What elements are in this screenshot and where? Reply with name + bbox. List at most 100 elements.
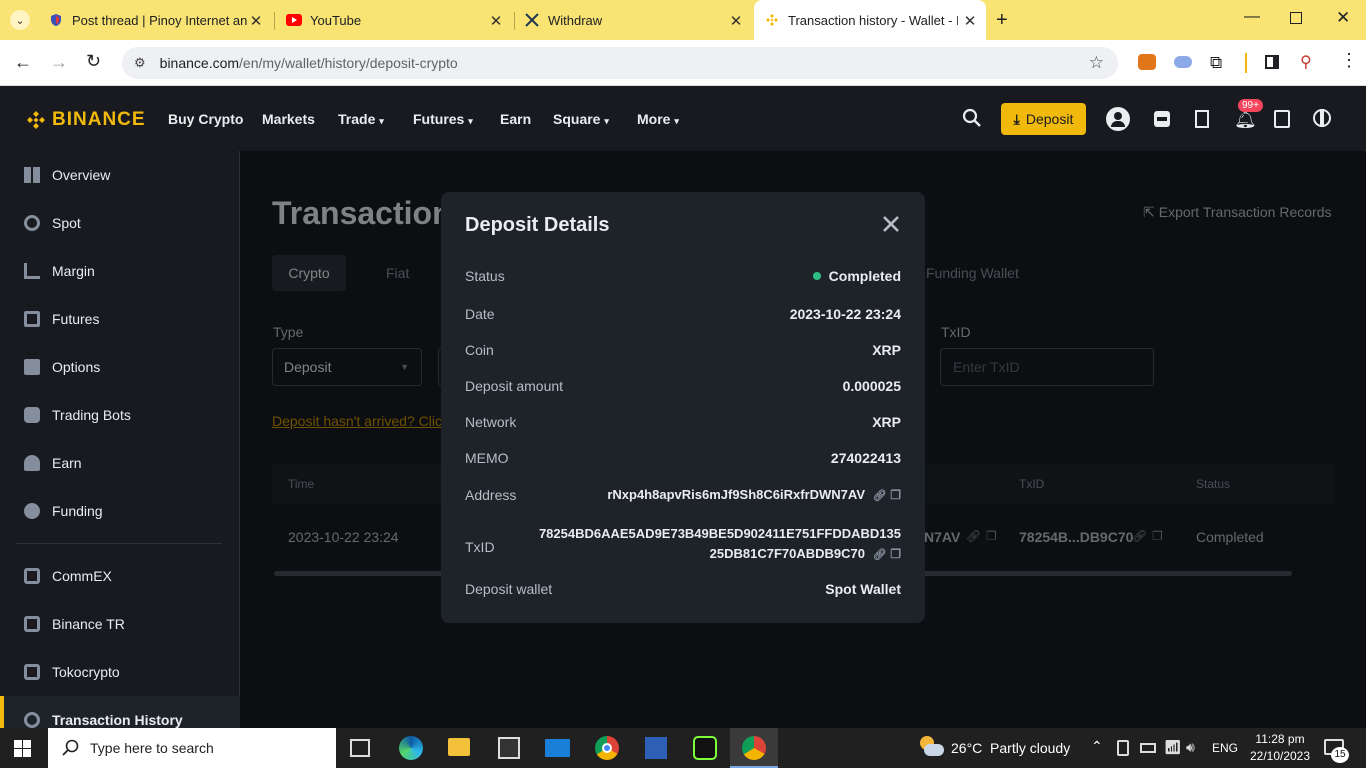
- bookmark-star-icon[interactable]: ☆: [1089, 53, 1104, 73]
- close-icon[interactable]: [879, 212, 903, 236]
- reload-icon[interactable]: ↻: [86, 51, 101, 72]
- link-icon[interactable]: 🔗︎: [873, 490, 887, 502]
- chevron-up-icon[interactable]: ⌃: [1091, 738, 1103, 755]
- cloud-extension-icon[interactable]: [1174, 56, 1192, 68]
- clock-date[interactable]: 22/10/2023: [1246, 749, 1314, 763]
- wifi-icon[interactable]: 📶︎: [1164, 739, 1182, 756]
- sidebar-item-overview[interactable]: Overview: [0, 151, 240, 199]
- address-label: Address: [465, 487, 517, 503]
- account-avatar-icon[interactable]: [1106, 107, 1130, 131]
- txid-line-2: 25DB81C7F70ABDB9C70: [709, 546, 866, 561]
- sidebar-item-label: CommEX: [52, 568, 112, 584]
- coin-label: Coin: [465, 342, 494, 358]
- taskbar-search-box[interactable]: Type here to search: [48, 728, 336, 768]
- sidebar-item-trading-bots[interactable]: Trading Bots: [0, 391, 240, 439]
- nav-more[interactable]: More ▾: [637, 111, 679, 127]
- tab-withdraw[interactable]: Withdraw ✕: [516, 0, 752, 40]
- taskbar-search-placeholder: Type here to search: [90, 740, 214, 756]
- new-tab-icon[interactable]: +: [996, 9, 1008, 32]
- youtube-icon: [286, 12, 302, 28]
- nav-square-label: Square: [553, 111, 601, 127]
- back-icon[interactable]: ←: [14, 52, 32, 73]
- nav-futures[interactable]: Futures ▾: [413, 111, 473, 127]
- minimize-icon[interactable]: —: [1244, 8, 1260, 26]
- sidebar-item-earn[interactable]: Earn: [0, 439, 240, 487]
- tab-search-icon[interactable]: ⌄: [10, 10, 30, 30]
- remote-desktop-icon[interactable]: [645, 737, 667, 759]
- metamask-extension-icon[interactable]: [1138, 54, 1156, 70]
- search-icon[interactable]: [962, 108, 982, 128]
- sidebar-item-label: Futures: [52, 311, 100, 327]
- task-view-icon[interactable]: [350, 739, 370, 757]
- nav-buy-crypto[interactable]: Buy Crypto: [168, 111, 243, 127]
- profile-extension-icon[interactable]: ⚲: [1300, 52, 1312, 72]
- nav-markets[interactable]: Markets: [262, 111, 315, 127]
- site-info-icon[interactable]: ⚙: [134, 55, 146, 71]
- volume-icon[interactable]: 🔊︎: [1186, 739, 1195, 756]
- network-label: Network: [465, 414, 517, 430]
- phone-link-icon[interactable]: [1117, 740, 1129, 756]
- download-app-icon[interactable]: [1274, 110, 1290, 128]
- chrome-profile-icon: [742, 736, 766, 760]
- notification-bell-icon[interactable]: 🔔︎: [1234, 109, 1257, 130]
- tab-title: Withdraw: [548, 12, 603, 28]
- copy-icon[interactable]: ❐: [890, 488, 901, 502]
- link-icon[interactable]: 🔗︎: [873, 549, 887, 561]
- deposit-details-modal: Deposit Details Status Completed Date 20…: [441, 192, 925, 623]
- windows-start-icon[interactable]: [14, 740, 31, 757]
- tab-transaction-history[interactable]: Transaction history - Wallet - B ✕: [754, 0, 986, 40]
- sidebar-item-tokocrypto[interactable]: Tokocrypto: [0, 648, 240, 696]
- tab-title: Transaction history - Wallet - B: [788, 12, 958, 28]
- sidebar-item-funding[interactable]: Funding: [0, 487, 240, 535]
- tab-pinoy-internet[interactable]: Post thread | Pinoy Internet an ✕: [40, 0, 272, 40]
- language-indicator[interactable]: ENG: [1212, 741, 1238, 755]
- file-explorer-icon[interactable]: [448, 738, 470, 756]
- commex-icon: [24, 568, 40, 584]
- binance-logo[interactable]: BINANCE: [24, 108, 146, 132]
- side-panel-icon[interactable]: [1265, 55, 1279, 69]
- mail-icon[interactable]: [545, 739, 570, 757]
- copy-icon[interactable]: ❐: [890, 547, 901, 561]
- extensions-puzzle-icon[interactable]: ⧉: [1210, 53, 1222, 73]
- close-tab-icon[interactable]: ✕: [488, 12, 504, 30]
- weather-icon[interactable]: [918, 736, 944, 758]
- edge-browser-icon[interactable]: [399, 736, 423, 760]
- crossed-swords-icon: [524, 12, 540, 28]
- microsoft-store-icon[interactable]: [498, 737, 520, 759]
- orders-icon[interactable]: [1195, 110, 1209, 128]
- nav-trade[interactable]: Trade ▾: [338, 111, 384, 127]
- language-globe-icon[interactable]: [1313, 109, 1331, 127]
- sidebar-item-margin[interactable]: Margin: [0, 247, 240, 295]
- active-chrome-taskbar-button[interactable]: [730, 728, 778, 768]
- address-value: rNxp4h8apvRis6mJf9Sh8C6iRxfrDWN7AV 🔗︎ ❐: [607, 487, 901, 503]
- nav-earn[interactable]: Earn: [500, 111, 531, 127]
- sidebar-item-binance-tr[interactable]: Binance TR: [0, 600, 240, 648]
- sidebar-item-futures[interactable]: Futures: [0, 295, 240, 343]
- address-bar[interactable]: ⚙ binance.com/en/my/wallet/history/depos…: [122, 47, 1118, 79]
- close-tab-icon[interactable]: ✕: [728, 12, 744, 30]
- close-tab-icon[interactable]: ✕: [248, 12, 264, 30]
- sidebar-item-options[interactable]: Options: [0, 343, 240, 391]
- forward-icon[interactable]: →: [50, 52, 68, 73]
- close-window-icon[interactable]: ✕: [1336, 8, 1350, 28]
- browser-menu-icon[interactable]: ⋮: [1340, 50, 1358, 71]
- clock-time[interactable]: 11:28 pm: [1250, 732, 1310, 746]
- green-app-icon[interactable]: [693, 736, 717, 760]
- txid-row: TxID 78254BD6AAE5AD9E73B49BE5D902411E751…: [465, 524, 901, 565]
- sidebar-item-commex[interactable]: CommEX: [0, 552, 240, 600]
- deposit-button[interactable]: ⤓ Deposit: [1001, 103, 1086, 135]
- battery-icon[interactable]: [1140, 743, 1156, 753]
- chrome-icon[interactable]: [595, 736, 619, 760]
- sidebar-item-spot[interactable]: Spot: [0, 199, 240, 247]
- earn-icon: [24, 455, 40, 471]
- restore-icon[interactable]: [1290, 12, 1302, 24]
- tab-youtube[interactable]: YouTube ✕: [276, 0, 512, 40]
- logo-text: BINANCE: [52, 109, 146, 130]
- shield-icon: [48, 12, 64, 28]
- close-tab-icon[interactable]: ✕: [962, 12, 978, 30]
- nav-square[interactable]: Square ▾: [553, 111, 609, 127]
- tokocrypto-icon: [24, 664, 40, 680]
- weather-text[interactable]: 26°C Partly cloudy: [951, 740, 1070, 756]
- wallet-icon[interactable]: [1154, 111, 1170, 127]
- browser-toolbar: ← → ↻ ⚙ binance.com/en/my/wallet/history…: [0, 40, 1366, 86]
